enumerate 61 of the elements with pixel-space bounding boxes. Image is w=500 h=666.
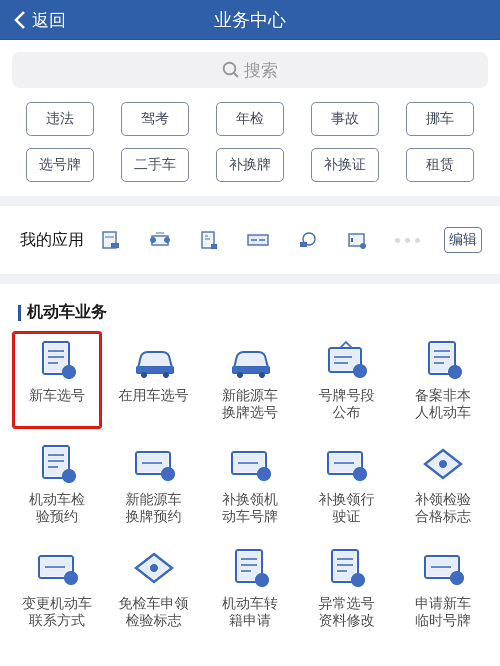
quick-link-button[interactable]: 挪车 — [406, 102, 474, 136]
service-item[interactable]: 免检车申领 检验标志 — [108, 539, 199, 637]
service-label: 机动车转 — [222, 596, 278, 613]
service-label: 检验标志 — [126, 613, 182, 630]
service-item[interactable]: 机动车检 验预约 — [12, 435, 102, 533]
service-label: 换牌预约 — [126, 509, 182, 526]
back-button[interactable]: 返回 — [0, 8, 72, 32]
quick-link-button[interactable]: 违法 — [26, 102, 94, 136]
service-label: 驶证 — [332, 509, 360, 526]
service-item[interactable]: 新能源车 换牌选号 — [204, 331, 296, 429]
service-label: 在用车选号 — [118, 388, 189, 405]
quick-link-button[interactable]: 补换证 — [311, 148, 379, 182]
service-item[interactable]: 申请新车 临时号牌 — [398, 539, 488, 637]
search-icon — [222, 61, 240, 79]
quick-link-button[interactable]: 年检 — [216, 102, 284, 136]
service-label: 换牌选号 — [222, 405, 278, 422]
app-shortcut-icon[interactable] — [100, 230, 122, 250]
service-label: 变更机动车 — [22, 596, 92, 613]
service-item[interactable]: 在用车选号 — [108, 331, 199, 429]
service-label: 补换领行 — [318, 492, 374, 509]
service-label: 联系方式 — [29, 613, 86, 630]
service-label: 籍申请 — [228, 613, 271, 630]
service-label: 申请新车 — [414, 596, 471, 613]
service-label: 新车选号 — [29, 388, 86, 405]
section-title: 我的应用 — [20, 230, 84, 250]
quick-link-button[interactable]: 二手车 — [121, 148, 189, 182]
service-item[interactable]: 补换领机 动车号牌 — [204, 435, 296, 533]
service-label: 资料修改 — [318, 613, 374, 630]
service-label: 验预约 — [36, 509, 78, 526]
service-item[interactable]: 号牌号段 公布 — [301, 331, 392, 429]
service-label: 临时号牌 — [414, 613, 471, 630]
service-label: 补领检验 — [414, 492, 471, 509]
service-label: 备案非本 — [414, 388, 471, 405]
service-item[interactable]: 变更机动车 联系方式 — [12, 539, 102, 637]
service-label: 动车号牌 — [222, 509, 278, 526]
quick-link-button[interactable]: 补换牌 — [216, 148, 284, 182]
service-label: 新能源车 — [222, 388, 278, 405]
service-label: 机动车检 — [29, 492, 86, 509]
service-item[interactable]: 备案非本 人机动车 — [398, 331, 488, 429]
service-label: 合格标志 — [414, 509, 471, 526]
service-label: 号牌号段 — [318, 388, 374, 405]
page-title: 业务中心 — [214, 10, 286, 31]
service-label: 异常选号 — [318, 596, 374, 613]
service-label: 人机动车 — [414, 405, 471, 422]
back-icon — [14, 10, 26, 30]
quick-link-button[interactable]: 驾考 — [121, 102, 189, 136]
edit-button[interactable]: 编辑 — [444, 227, 482, 253]
service-item[interactable]: 新车选号 — [12, 331, 102, 429]
service-label: 新能源车 — [126, 492, 182, 509]
quick-link-button[interactable]: 选号牌 — [26, 148, 94, 182]
section-title: 机动车业务 — [27, 302, 107, 323]
service-item[interactable]: 补换领行 驶证 — [301, 435, 392, 533]
service-label: 公布 — [332, 405, 360, 422]
quick-link-button[interactable]: 租赁 — [406, 148, 474, 182]
service-item[interactable]: 补领检验 合格标志 — [398, 435, 488, 533]
service-item[interactable]: 新能源车 换牌预约 — [108, 435, 199, 533]
service-label: 免检车申领 — [118, 596, 189, 613]
quick-link-button[interactable]: 事故 — [311, 102, 379, 136]
service-label: 补换领机 — [222, 492, 278, 509]
service-item[interactable]: 异常选号 资料修改 — [301, 539, 392, 637]
service-item[interactable]: 机动车转 籍申请 — [204, 539, 296, 637]
